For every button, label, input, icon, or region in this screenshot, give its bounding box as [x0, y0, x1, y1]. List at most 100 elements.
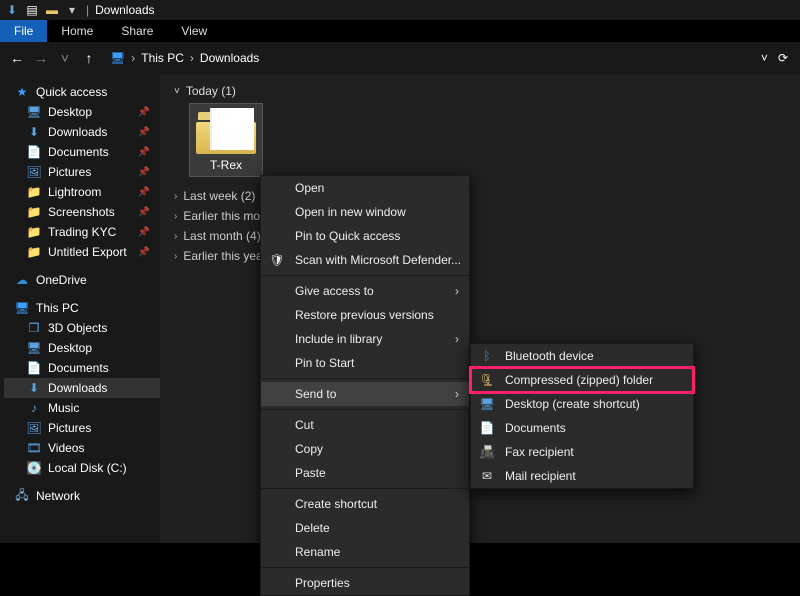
ctx-create-shortcut[interactable]: Create shortcut	[261, 492, 469, 516]
sidebar-item-label: Videos	[48, 441, 84, 455]
pin-icon: 📌	[138, 107, 156, 118]
sendto-compressed-folder[interactable]: 🗜Compressed (zipped) folder	[471, 368, 693, 392]
sidebar-item-downloads[interactable]: ⬇Downloads📌	[4, 122, 160, 142]
sidebar-item-label: 3D Objects	[48, 321, 107, 335]
sidebar-item-desktop[interactable]: 🖥Desktop	[4, 338, 160, 358]
ctx-rename[interactable]: Rename	[261, 540, 469, 564]
pc-icon: 🖥	[110, 51, 125, 65]
ctx-copy[interactable]: Copy	[261, 437, 469, 461]
tab-share[interactable]: Share	[107, 20, 167, 42]
ctx-pin-start[interactable]: Pin to Start	[261, 351, 469, 375]
chevron-down-icon: ˅	[174, 86, 180, 97]
sidebar-onedrive[interactable]: ☁ OneDrive	[4, 270, 160, 290]
sidebar-item-trading-kyc[interactable]: 📁Trading KYC📌	[4, 222, 160, 242]
sidebar-item-screenshots[interactable]: 📁Screenshots📌	[4, 202, 160, 222]
monitor-icon: 🖥	[26, 341, 42, 355]
dropdown-icon[interactable]: ˅	[761, 51, 768, 65]
ctx-pin-quick-access[interactable]: Pin to Quick access	[261, 224, 469, 248]
sidebar-network[interactable]: 🖧 Network	[4, 486, 160, 506]
window-title: Downloads	[95, 3, 154, 17]
sidebar-item-documents[interactable]: 📄Documents	[4, 358, 160, 378]
document-icon: 📄	[479, 421, 495, 435]
sidebar-item-downloads[interactable]: ⬇Downloads	[4, 378, 160, 398]
monitor-icon: 🖥	[479, 397, 495, 411]
chevron-right-icon: ›	[174, 191, 177, 202]
chevron-right-icon: ›	[131, 51, 135, 65]
navigation-pane[interactable]: ★ Quick access 🖥Desktop📌⬇Downloads📌📄Docu…	[0, 74, 160, 543]
sidebar-item-documents[interactable]: 📄Documents📌	[4, 142, 160, 162]
chevron-right-icon: ›	[174, 231, 177, 242]
tab-home[interactable]: Home	[47, 20, 107, 42]
ctx-open[interactable]: Open	[261, 176, 469, 200]
pin-icon: 📌	[138, 167, 156, 178]
sidebar-quick-access[interactable]: ★ Quick access	[4, 82, 160, 102]
sidebar-item-desktop[interactable]: 🖥 Desktop 📌	[4, 102, 160, 122]
sidebar-item-3d-objects[interactable]: ❒3D Objects	[4, 318, 160, 338]
recent-dropdown-icon[interactable]: ˅	[56, 50, 74, 66]
down-icon: ⬇	[26, 125, 42, 139]
sidebar-item-music[interactable]: ♪Music	[4, 398, 160, 418]
sidebar-item-untitled-export[interactable]: 📁Untitled Export📌	[4, 242, 160, 262]
breadcrumb[interactable]: 🖥 › This PC › Downloads	[110, 51, 755, 65]
sidebar-item-pictures[interactable]: 🖼Pictures	[4, 418, 160, 438]
cloud-icon: ☁	[14, 273, 30, 287]
group-today[interactable]: ˅ Today (1)	[174, 84, 786, 98]
dropdown-icon[interactable]: ▾	[64, 2, 80, 18]
sidebar-item-local-disk-c-[interactable]: 💽 Local Disk (C:)	[4, 458, 160, 478]
zip-icon: 🗜	[479, 373, 495, 387]
folder-label: T-Rex	[192, 158, 260, 172]
ctx-send-to[interactable]: Send to›	[261, 382, 469, 406]
ribbon-tabs: File Home Share View	[0, 20, 800, 42]
forward-button[interactable]: →	[32, 50, 50, 66]
chevron-right-icon: ›	[174, 251, 177, 262]
ctx-cut[interactable]: Cut	[261, 413, 469, 437]
sidebar-item-videos[interactable]: 🎞Videos	[4, 438, 160, 458]
tab-file[interactable]: File	[0, 20, 47, 42]
bluetooth-icon: ᛒ	[479, 349, 495, 363]
context-menu: Open Open in new window Pin to Quick acc…	[260, 175, 470, 596]
chevron-right-icon: ›	[190, 51, 194, 65]
pin-icon: 📌	[138, 127, 156, 138]
sidebar-item-label: Pictures	[48, 421, 91, 435]
folder-icon: 📁	[26, 205, 42, 219]
ctx-include-library[interactable]: Include in library›	[261, 327, 469, 351]
ctx-properties[interactable]: Properties	[261, 571, 469, 595]
sendto-bluetooth[interactable]: ᛒBluetooth device	[471, 344, 693, 368]
ctx-delete[interactable]: Delete	[261, 516, 469, 540]
back-button[interactable]: ←	[8, 50, 26, 66]
ctx-restore-versions[interactable]: Restore previous versions	[261, 303, 469, 327]
sidebar-item-label: Local Disk (C:)	[48, 461, 127, 475]
sidebar-item-lightroom[interactable]: 📁Lightroom📌	[4, 182, 160, 202]
disk-icon: 💽	[26, 461, 42, 475]
breadcrumb-seg2[interactable]: Downloads	[200, 51, 259, 65]
ctx-open-new-window[interactable]: Open in new window	[261, 200, 469, 224]
sidebar-this-pc[interactable]: 🖥 This PC	[4, 298, 160, 318]
sidebar-item-label: Trading KYC	[48, 225, 116, 239]
folder-icon: 📁	[26, 225, 42, 239]
folder-icon: ▬	[44, 2, 60, 18]
sidebar-label: Network	[36, 489, 80, 503]
breadcrumb-seg1[interactable]: This PC	[141, 51, 184, 65]
chevron-right-icon: ›	[455, 284, 459, 298]
refresh-icon[interactable]: ⟳	[778, 51, 788, 65]
pic-icon: 🖼	[26, 165, 42, 179]
sendto-documents[interactable]: 📄Documents	[471, 416, 693, 440]
sidebar-item-label: Documents	[48, 145, 109, 159]
sidebar-label: Quick access	[36, 85, 107, 99]
ctx-give-access[interactable]: Give access to›	[261, 279, 469, 303]
group-label: Last week (2)	[183, 189, 255, 203]
chevron-right-icon: ›	[455, 387, 459, 401]
ctx-scan-defender[interactable]: 🛡Scan with Microsoft Defender...	[261, 248, 469, 272]
up-button[interactable]: ↑	[80, 50, 98, 66]
sidebar-item-pictures[interactable]: 🖼Pictures📌	[4, 162, 160, 182]
ctx-paste[interactable]: Paste	[261, 461, 469, 485]
monitor-icon: 🖥	[26, 105, 42, 119]
sidebar-item-label: Desktop	[48, 105, 92, 119]
sendto-mail[interactable]: ✉Mail recipient	[471, 464, 693, 488]
tab-view[interactable]: View	[167, 20, 221, 42]
sendto-fax[interactable]: 📠Fax recipient	[471, 440, 693, 464]
chevron-right-icon: ›	[174, 211, 177, 222]
folder-tile-t-rex[interactable]: T-Rex	[190, 104, 262, 176]
sidebar-item-label: Documents	[48, 361, 109, 375]
sendto-desktop-shortcut[interactable]: 🖥Desktop (create shortcut)	[471, 392, 693, 416]
